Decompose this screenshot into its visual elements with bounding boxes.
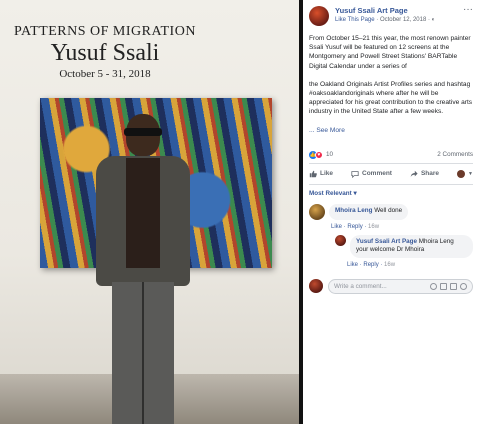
like-page-link[interactable]: Like This Page <box>335 17 375 23</box>
comment-composer: Write a comment... <box>303 271 479 302</box>
reactions-bar: 👍 ♥ 10 2 Comments <box>303 147 479 163</box>
comment-author[interactable]: Mhoira Leng <box>335 207 372 214</box>
reply-author[interactable]: Yusuf Ssali Art Page <box>356 238 417 245</box>
post-paragraph-1: From October 15–21 this year, the most r… <box>309 35 471 70</box>
caret-down-icon: ▼ <box>468 170 473 177</box>
comment-text: Well done <box>374 206 403 214</box>
reply-actions: Like · Reply · 16w <box>347 261 396 268</box>
reply-thread: Yusuf Ssali Art Page Mhoira Leng your we… <box>303 233 479 271</box>
comments-count[interactable]: 2 Comments <box>437 151 473 158</box>
love-reaction-icon[interactable]: ♥ <box>315 150 323 159</box>
meta-sep-2: · <box>427 17 430 23</box>
like-button[interactable]: Like <box>309 170 333 178</box>
page-name-link[interactable]: Yusuf Ssali Art Page <box>335 6 463 16</box>
reply-avatar[interactable] <box>335 234 346 246</box>
see-more-link[interactable]: ... See More <box>309 126 345 135</box>
commenter-avatar[interactable] <box>309 203 325 220</box>
comment-placeholder: Write a comment... <box>334 282 387 290</box>
comment-icon <box>351 171 359 178</box>
share-icon <box>410 170 418 178</box>
composer-icons <box>430 282 467 290</box>
reply-reply-link[interactable]: Reply <box>363 262 378 268</box>
comment-label: Comment <box>362 170 392 178</box>
emoji-icon[interactable] <box>430 282 437 290</box>
like-label: Like <box>320 170 334 178</box>
comment-like-link[interactable]: Like <box>331 224 342 230</box>
reaction-count[interactable]: 10 <box>326 151 333 158</box>
post-sidebar: Yusuf Ssali Art Page Like This Page · Oc… <box>303 0 479 424</box>
meta-sep: · <box>376 17 379 23</box>
post-as-selector[interactable]: ▼ <box>457 169 473 178</box>
viewer: PATTERNS OF MIGRATION Yusuf Ssali Octobe… <box>0 0 479 424</box>
page-avatar[interactable] <box>309 6 329 26</box>
reply-like-link[interactable]: Like <box>347 262 358 268</box>
share-label: Share <box>420 170 440 178</box>
sunglasses <box>124 128 162 136</box>
post-photo[interactable]: PATTERNS OF MIGRATION Yusuf Ssali Octobe… <box>0 0 303 424</box>
mini-avatar <box>457 169 466 178</box>
gif-icon[interactable] <box>450 282 457 290</box>
sticker-icon[interactable] <box>460 282 467 290</box>
person <box>88 112 198 424</box>
composer-avatar <box>309 279 323 294</box>
legs <box>112 282 174 424</box>
comment-actions: Like · Reply · 16w <box>331 223 380 230</box>
comment-item: Mhoira Leng Well done <box>303 202 479 222</box>
comment-bubble: Mhoira Leng Well done <box>329 203 409 220</box>
more-options-icon[interactable]: ··· <box>463 5 473 15</box>
comment-button[interactable]: Comment <box>351 170 392 178</box>
post-meta: Like This Page · October 12, 2018 · ◐ <box>335 16 463 25</box>
thumbs-up-icon <box>309 170 317 178</box>
shirt <box>126 158 160 268</box>
action-bar: Like Comment Share ▼ <box>309 162 473 185</box>
share-button[interactable]: Share <box>410 170 439 178</box>
header-text: Yusuf Ssali Art Page Like This Page · Oc… <box>335 6 463 25</box>
comment-sort[interactable]: Most Relevant ▾ <box>303 185 479 202</box>
post-date[interactable]: October 12, 2018 <box>380 17 426 23</box>
comment-input[interactable]: Write a comment... <box>328 278 473 294</box>
artist-name: Yusuf Ssali <box>50 40 160 66</box>
comment-reply-link[interactable]: Reply <box>347 224 362 230</box>
reply-time[interactable]: 16w <box>384 262 395 268</box>
post-header: Yusuf Ssali Art Page Like This Page · Oc… <box>303 0 479 26</box>
exhibit-title: PATTERNS OF MIGRATION <box>14 24 196 39</box>
comment-time[interactable]: 16w <box>368 224 379 230</box>
post-text: From October 15–21 this year, the most r… <box>303 26 479 135</box>
globe-icon: ◐ <box>431 17 436 23</box>
exhibit-dates: October 5 - 31, 2018 <box>59 68 151 80</box>
camera-icon[interactable] <box>440 282 447 290</box>
post-paragraph-2: the Oakland Originals Artist Profiles se… <box>309 80 473 116</box>
reply-bubble: Yusuf Ssali Art Page Mhoira Leng your we… <box>350 234 473 258</box>
reply-item: Yusuf Ssali Art Page Mhoira Leng your we… <box>329 233 479 260</box>
